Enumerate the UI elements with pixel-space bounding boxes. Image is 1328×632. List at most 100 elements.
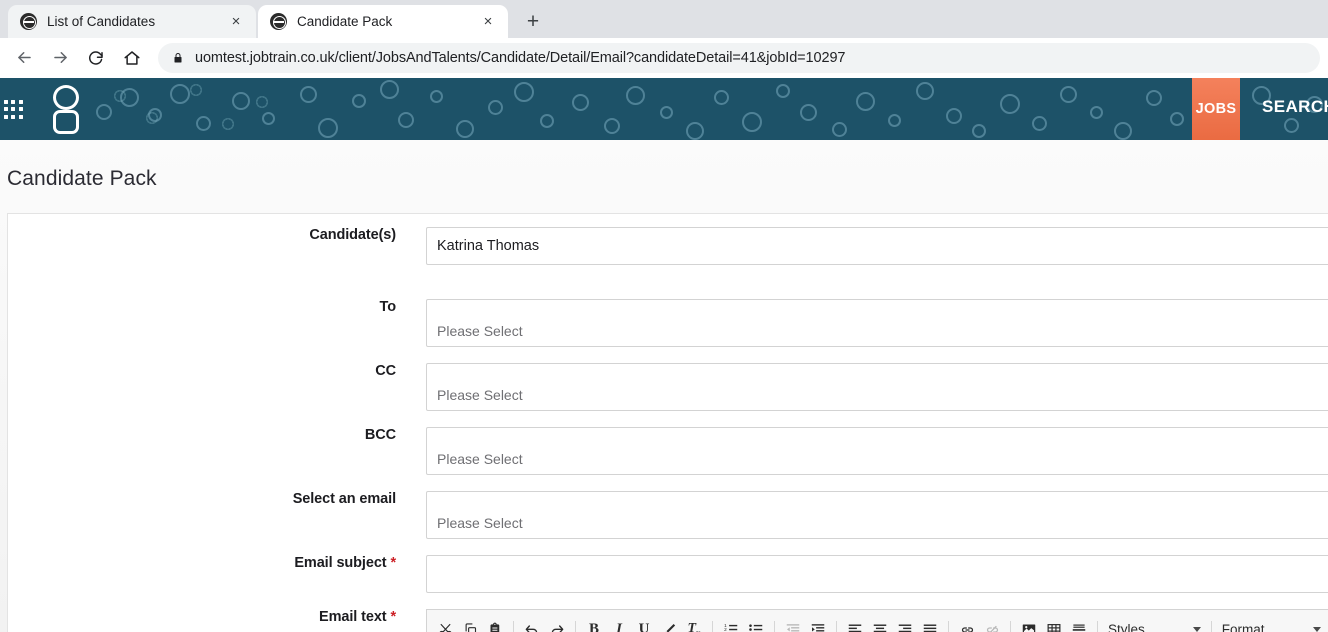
control-email-subject — [426, 555, 1328, 593]
toolbar-separator — [575, 620, 576, 632]
numbered-list-icon[interactable]: 123 — [719, 617, 743, 632]
close-icon[interactable]: × — [478, 12, 498, 32]
styles-dropdown[interactable]: Styles — [1104, 617, 1205, 632]
field-row-candidates: Candidate(s) Katrina Thomas — [8, 227, 1328, 265]
redo-icon[interactable] — [545, 617, 569, 632]
control-select-email: Please Select — [426, 491, 1328, 539]
toolbar-separator — [948, 620, 949, 632]
form-card: Candidate(s) Katrina Thomas To Please Se… — [7, 213, 1328, 632]
logo-ring-top — [53, 85, 79, 110]
bcc-placeholder: Please Select — [437, 451, 523, 467]
control-cc: Please Select — [426, 363, 1328, 411]
label-email-subject: Email subject * — [8, 555, 426, 571]
browser-toolbar: uomtest.jobtrain.co.uk/client/JobsAndTal… — [0, 38, 1328, 78]
toolbar-separator — [712, 620, 713, 632]
to-multiselect[interactable]: Please Select — [426, 299, 1328, 347]
table-icon[interactable] — [1042, 617, 1066, 632]
control-email-text: B I U T 1 2 Styles Format — [426, 609, 1328, 632]
cc-multiselect[interactable]: Please Select — [426, 363, 1328, 411]
cut-icon[interactable] — [433, 617, 457, 632]
toolbar-separator — [1097, 620, 1098, 632]
bubble-pattern — [0, 78, 1328, 140]
tab-title: List of Candidates — [47, 14, 156, 29]
label-candidates: Candidate(s) — [309, 227, 396, 243]
label-to: To — [379, 299, 397, 315]
select-email-dropdown[interactable]: Please Select — [426, 491, 1328, 539]
label-text: Email text — [319, 609, 387, 625]
candidates-input[interactable]: Katrina Thomas — [426, 227, 1328, 265]
label-cc: CC — [375, 363, 396, 379]
site-header-banner: JOBS SEARCH — [0, 78, 1328, 140]
reload-icon[interactable] — [80, 42, 112, 74]
tab-list-of-candidates[interactable]: List of Candidates × — [8, 5, 256, 38]
back-arrow-icon[interactable] — [8, 42, 40, 74]
search-link[interactable]: SEARCH — [1262, 97, 1328, 117]
email-subject-input[interactable] — [426, 555, 1328, 593]
label-bcc: BCC — [364, 427, 396, 443]
required-marker: * — [390, 609, 396, 625]
page-title: Candidate Pack — [7, 167, 157, 190]
required-marker: * — [390, 555, 396, 571]
editor-toolbar: B I U T 1 2 Styles Format — [427, 610, 1328, 632]
copy-icon[interactable] — [458, 617, 482, 632]
label-select-email: Select an email — [292, 491, 396, 507]
toolbar-separator — [836, 620, 837, 632]
grid-icon[interactable] — [4, 100, 24, 120]
lock-icon — [172, 51, 184, 65]
field-row-email-subject: Email subject * — [8, 555, 1328, 593]
horizontal-rule-icon[interactable] — [1067, 617, 1091, 632]
align-center-icon[interactable] — [868, 617, 892, 632]
align-left-icon[interactable] — [843, 617, 867, 632]
url-text: uomtest.jobtrain.co.uk/client/JobsAndTal… — [195, 49, 846, 66]
forward-arrow-icon[interactable] — [44, 42, 76, 74]
cc-placeholder: Please Select — [437, 387, 523, 403]
italic-icon[interactable]: I — [607, 617, 631, 632]
bulleted-list-icon[interactable] — [744, 617, 768, 632]
toolbar-separator — [1210, 620, 1212, 632]
close-icon[interactable]: × — [226, 12, 246, 32]
image-icon[interactable] — [1017, 617, 1041, 632]
jobs-button[interactable]: JOBS — [1192, 78, 1240, 140]
unlink-icon[interactable] — [980, 617, 1004, 632]
rich-text-editor: B I U T 1 2 Styles Format — [426, 609, 1328, 632]
tab-candidate-pack[interactable]: Candidate Pack × — [258, 5, 508, 38]
field-row-bcc: BCC Please Select — [8, 427, 1328, 475]
chevron-down-icon — [1192, 627, 1201, 632]
field-row-cc: CC Please Select — [8, 363, 1328, 411]
home-icon[interactable] — [116, 42, 148, 74]
new-tab-button[interactable]: + — [518, 6, 548, 36]
bold-icon[interactable]: B — [582, 617, 606, 632]
select-email-placeholder: Please Select — [437, 515, 523, 531]
justify-icon[interactable] — [918, 617, 942, 632]
toolbar-separator — [513, 620, 514, 632]
field-row-email-text: Email text * B I U T 1 2 Styles Format — [8, 609, 1328, 632]
tab-title: Candidate Pack — [297, 14, 393, 29]
underline-icon[interactable]: U — [632, 617, 656, 632]
control-candidates: Katrina Thomas — [426, 227, 1328, 265]
field-row-select-email: Select an email Please Select — [8, 491, 1328, 539]
email-form: Candidate(s) Katrina Thomas To Please Se… — [8, 214, 1328, 632]
browser-window: List of Candidates × Candidate Pack × + … — [0, 0, 1328, 632]
tab-strip: List of Candidates × Candidate Pack × + — [0, 0, 1328, 38]
address-bar[interactable]: uomtest.jobtrain.co.uk/client/JobsAndTal… — [158, 42, 1320, 73]
format-label: Format — [1221, 622, 1265, 632]
globe-icon — [270, 13, 287, 30]
to-placeholder: Please Select — [437, 323, 523, 339]
link-icon[interactable] — [955, 617, 979, 632]
remove-format-icon[interactable] — [657, 617, 681, 632]
format-dropdown[interactable]: Format — [1218, 617, 1325, 632]
outdent-icon[interactable] — [781, 617, 805, 632]
control-bcc: Please Select — [426, 427, 1328, 475]
undo-icon[interactable] — [520, 617, 544, 632]
indent-icon[interactable] — [806, 617, 830, 632]
bcc-multiselect[interactable]: Please Select — [426, 427, 1328, 475]
paste-icon[interactable] — [483, 617, 507, 632]
align-right-icon[interactable] — [893, 617, 917, 632]
strikethrough-x-icon[interactable]: Tx — [682, 617, 706, 632]
jobtrain-logo[interactable] — [50, 85, 82, 135]
